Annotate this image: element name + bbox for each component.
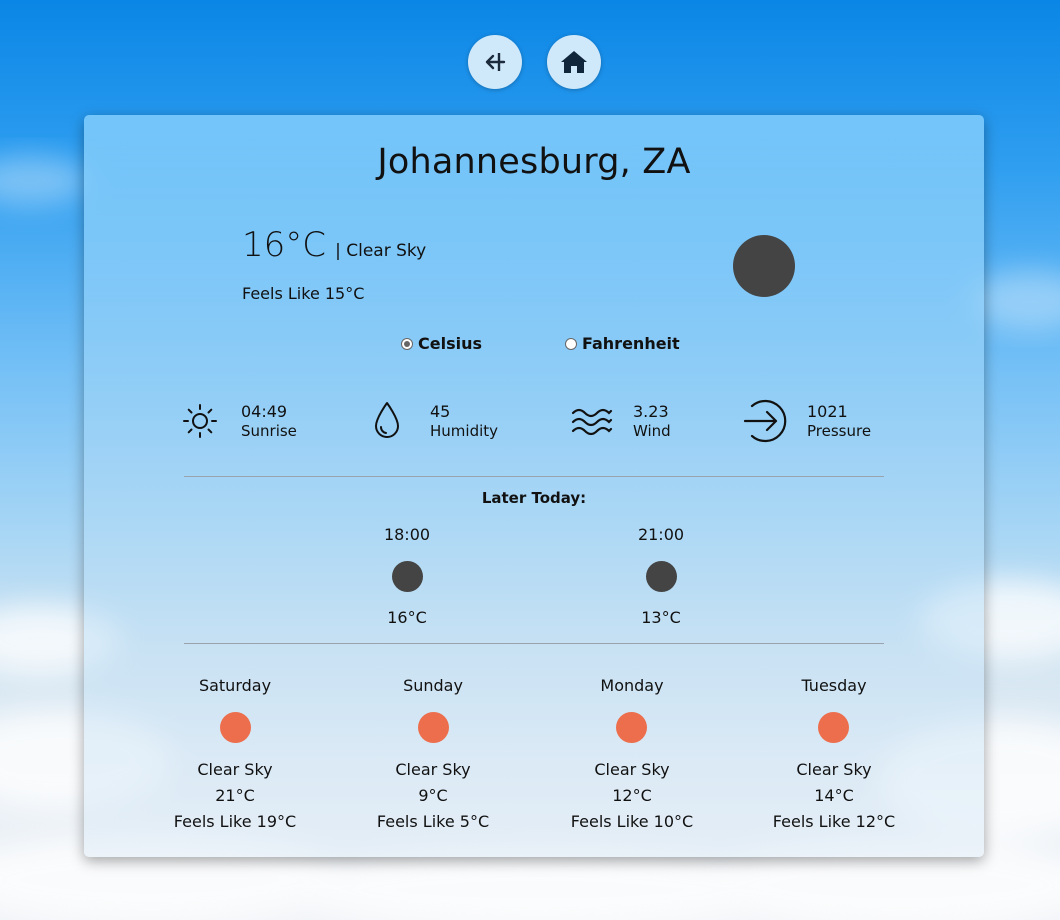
forecast-day-name: Sunday (403, 676, 463, 695)
divider-bottom (184, 643, 884, 644)
pressure-label: Pressure (807, 422, 872, 440)
forecast-description: Clear Sky (197, 760, 273, 779)
fahrenheit-radio[interactable] (565, 337, 577, 350)
sunrise-label: Sunrise (241, 422, 297, 440)
sun-icon (183, 404, 217, 438)
home-icon (561, 51, 587, 73)
forecast-feels-like: Feels Like 5°C (376, 812, 490, 831)
arrow-right-circle-icon (743, 399, 787, 443)
unit-celsius-option[interactable]: Celsius (401, 334, 482, 353)
celsius-radio[interactable] (401, 337, 413, 350)
forecast-temp: 9°C (418, 786, 448, 805)
unit-fahrenheit-option[interactable]: Fahrenheit (565, 334, 680, 353)
hour-time: 18:00 (383, 525, 431, 544)
forecast-day-name: Saturday (198, 676, 272, 695)
forecast-description: Clear Sky (796, 760, 872, 779)
stat-pressure: 1021 Pressure (742, 399, 892, 446)
divider-top (184, 476, 884, 477)
hour-condition-icon (646, 561, 677, 592)
current-condition-icon (733, 235, 795, 297)
current-temperature: 16°C (242, 225, 327, 265)
forecast-description: Clear Sky (395, 760, 471, 779)
current-description: | Clear Sky (335, 241, 427, 261)
forecast-feels-like: Feels Like 19°C (173, 812, 297, 831)
humidity-label: Humidity (430, 422, 499, 440)
back-button[interactable] (468, 35, 522, 89)
sunrise-value: 04:49 (241, 402, 288, 421)
forecast-condition-icon (818, 712, 849, 743)
forecast-temp: 21°C (215, 786, 255, 805)
hour-condition-icon (392, 561, 423, 592)
forecast-day-name: Tuesday (801, 676, 867, 695)
forecast-temp: 12°C (612, 786, 652, 805)
stat-sunrise: 04:49 Sunrise (182, 400, 322, 446)
hour-temp: 16°C (387, 608, 427, 627)
forecast-temp: 14°C (814, 786, 854, 805)
stat-wind: 3.23 Wind (571, 400, 721, 446)
current-feels-like: Feels Like 15°C (242, 284, 365, 303)
hour-time: 21:00 (637, 525, 685, 544)
forecast-day-name: Monday (600, 676, 664, 695)
wind-label: Wind (633, 422, 671, 440)
wind-waves-icon (571, 408, 613, 436)
humidity-value: 45 (430, 402, 451, 421)
forecast-condition-icon (220, 712, 251, 743)
wind-value: 3.23 (633, 402, 669, 421)
pressure-value: 1021 (807, 402, 848, 421)
stat-humidity: 45 Humidity (372, 400, 522, 446)
home-button[interactable] (547, 35, 601, 89)
current-temperature-line: 16°C | Clear Sky (242, 225, 426, 265)
forecast-condition-icon (616, 712, 647, 743)
fahrenheit-label: Fahrenheit (582, 334, 680, 353)
later-today-title: Later Today: (481, 489, 587, 507)
forecast-feels-like: Feels Like 12°C (772, 812, 896, 831)
forecast-feels-like: Feels Like 10°C (570, 812, 694, 831)
city-title: Johannesburg, ZA (377, 142, 691, 182)
arrow-left-icon (485, 53, 506, 71)
forecast-description: Clear Sky (594, 760, 670, 779)
top-nav (0, 35, 1060, 89)
forecast-condition-icon (418, 712, 449, 743)
celsius-label: Celsius (418, 334, 482, 353)
weather-card (84, 115, 984, 857)
hour-temp: 13°C (641, 608, 681, 627)
droplet-icon (375, 402, 399, 438)
